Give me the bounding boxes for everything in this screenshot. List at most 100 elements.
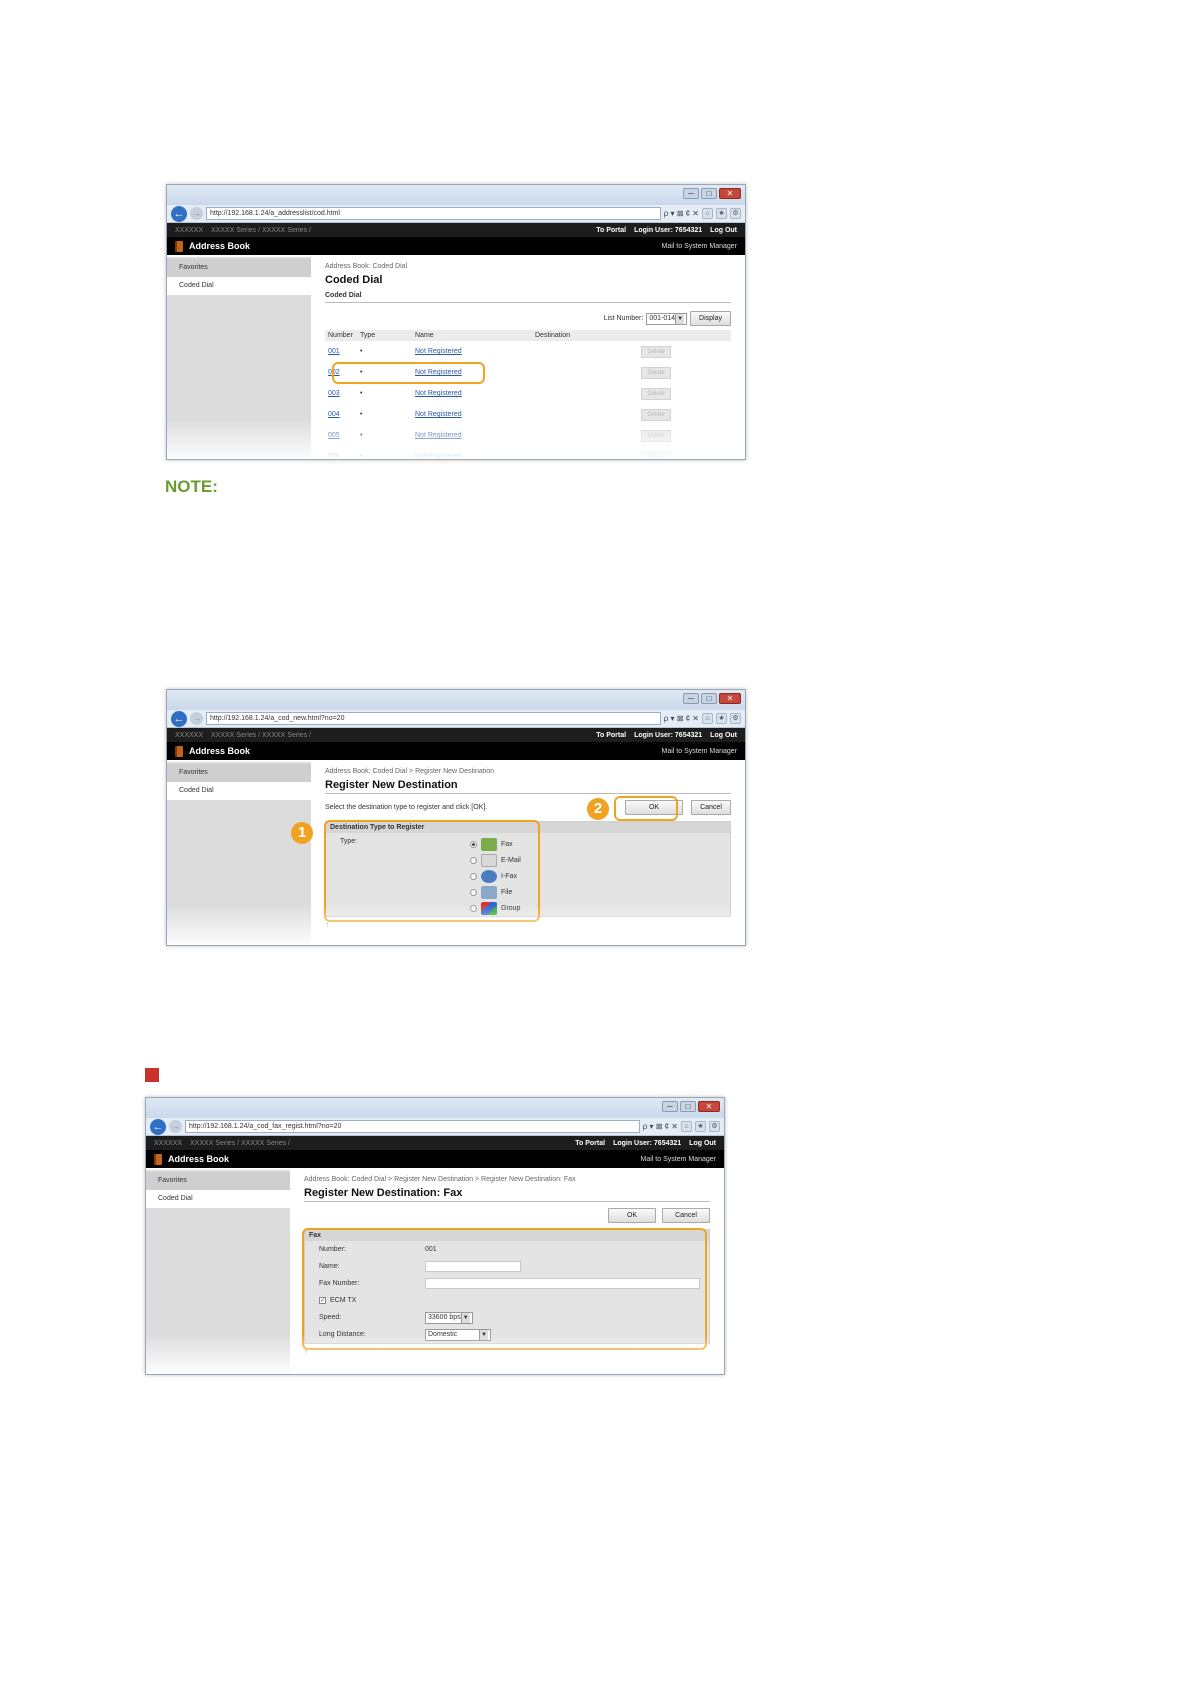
address-bar: ← → http://192.168.1.24/a_cod_fax_regist… (146, 1118, 724, 1136)
callout-2: 2 (587, 798, 609, 820)
row-name-link[interactable]: Not Registered (412, 446, 532, 459)
tools-gear-icon[interactable]: ⚙ (730, 208, 741, 219)
highlight-fax-section (302, 1228, 707, 1350)
tools-gear-icon[interactable]: ⚙ (709, 1121, 720, 1132)
logout-link[interactable]: Log Out (710, 732, 737, 739)
row-number-link[interactable]: 005 (325, 425, 357, 446)
window-titlebar: ─ □ ✕ (167, 185, 745, 205)
to-portal-link[interactable]: To Portal (575, 1140, 605, 1147)
ok-button[interactable]: OK (608, 1208, 656, 1223)
delete-button[interactable]: Delete (641, 387, 671, 400)
search-refresh-icons[interactable]: ρ ▾ ⊠ ¢ ✕ (664, 714, 699, 723)
device-topbar: XXXXXX XXXXX Series / XXXXX Series / To … (167, 223, 745, 237)
highlight-row-002 (332, 362, 485, 384)
row-type: • (360, 411, 363, 418)
logout-link[interactable]: Log Out (710, 227, 737, 234)
row-name-link[interactable]: Not Registered (412, 383, 532, 404)
sidebar-item-coded-dial[interactable]: Coded Dial (167, 277, 311, 295)
to-portal-link[interactable]: To Portal (596, 227, 626, 234)
row-type: • (360, 432, 363, 439)
minimize-button[interactable]: ─ (683, 188, 699, 199)
list-number-select[interactable]: 001-014 ▼ (646, 312, 688, 325)
url-input[interactable]: http://192.168.1.24/a_cod_fax_regist.htm… (185, 1120, 640, 1133)
back-icon[interactable]: ← (150, 1118, 166, 1135)
device-model: XXXXX Series / XXXXX Series / (190, 1139, 291, 1147)
close-button[interactable]: ✕ (719, 188, 741, 199)
maximize-button[interactable]: □ (680, 1101, 696, 1112)
minimize-button[interactable]: ─ (662, 1101, 678, 1112)
delete-button[interactable]: Delete (641, 345, 671, 358)
row-type: • (360, 453, 363, 460)
row-number-link[interactable]: 004 (325, 404, 357, 425)
cancel-button[interactable]: Cancel (662, 1208, 710, 1223)
screenshot-register-new-destination: ─ □ ✕ ← → http://192.168.1.24/a_cod_new.… (166, 689, 746, 946)
search-refresh-icons[interactable]: ρ ▾ ⊠ ¢ ✕ (643, 1122, 678, 1131)
url-input[interactable]: http://192.168.1.24/a_cod_new.html?no=20 (206, 712, 661, 725)
column-header-type: Type (357, 330, 412, 341)
home-icon[interactable]: ⌂ (702, 713, 713, 724)
tools-gear-icon[interactable]: ⚙ (730, 713, 741, 724)
close-button[interactable]: ✕ (698, 1101, 720, 1112)
sidebar-item-coded-dial[interactable]: Coded Dial (146, 1190, 290, 1208)
favorites-star-icon[interactable]: ★ (716, 208, 727, 219)
row-name-link[interactable]: Not Registered (412, 404, 532, 425)
page-title: Register New Destination (325, 779, 731, 794)
section-heading: Coded Dial (325, 292, 731, 303)
instruction-text: Select the destination type to register … (325, 804, 488, 811)
address-bar: ← → http://192.168.1.24/a_addresslist/co… (167, 205, 745, 223)
table-row: 001 • Not Registered Delete (325, 341, 731, 362)
delete-button[interactable]: Delete (641, 408, 671, 421)
delete-button[interactable]: Delete (641, 429, 671, 442)
app-header: Address Book Mail to System Manager (167, 237, 745, 255)
coded-dial-table: Number Type Name Destination 001 • Not R… (325, 330, 731, 460)
row-name-link[interactable]: Not Registered (412, 425, 532, 446)
home-icon[interactable]: ⌂ (681, 1121, 692, 1132)
sidebar-item-coded-dial[interactable]: Coded Dial (167, 782, 311, 800)
home-icon[interactable]: ⌂ (702, 208, 713, 219)
forward-icon[interactable]: → (169, 1120, 182, 1133)
mail-system-manager-link[interactable]: Mail to System Manager (641, 1156, 716, 1163)
sidebar-item-favorites[interactable]: Favorites (167, 764, 311, 782)
row-name-link[interactable]: Not Registered (412, 341, 532, 362)
device-topbar: XXXXXX XXXXX Series / XXXXX Series / To … (146, 1136, 724, 1150)
display-button[interactable]: Display (690, 311, 731, 326)
table-row: 003 • Not Registered Delete (325, 383, 731, 404)
row-number-link[interactable]: 001 (325, 341, 357, 362)
logout-link[interactable]: Log Out (689, 1140, 716, 1147)
app-title: Address Book (189, 746, 251, 756)
address-book-icon (175, 745, 183, 757)
favorites-star-icon[interactable]: ★ (695, 1121, 706, 1132)
favorites-star-icon[interactable]: ★ (716, 713, 727, 724)
page-title: Register New Destination: Fax (304, 1187, 710, 1202)
app-header: Address Book Mail to System Manager (167, 742, 745, 760)
column-header-name: Name (412, 330, 532, 341)
minimize-button[interactable]: ─ (683, 693, 699, 704)
delete-button[interactable]: Delete (641, 450, 671, 459)
table-row: 006 • Not Registered Delete (325, 446, 731, 460)
mail-system-manager-link[interactable]: Mail to System Manager (662, 748, 737, 755)
login-label: Login User: (634, 731, 673, 739)
page-title: Coded Dial (325, 274, 383, 286)
row-number-link[interactable]: 003 (325, 383, 357, 404)
cancel-button[interactable]: Cancel (691, 800, 731, 815)
back-icon[interactable]: ← (171, 205, 187, 222)
to-portal-link[interactable]: To Portal (596, 732, 626, 739)
delete-button[interactable]: Delete (641, 366, 671, 379)
maximize-button[interactable]: □ (701, 693, 717, 704)
sidebar-item-favorites[interactable]: Favorites (146, 1172, 290, 1190)
mail-system-manager-link[interactable]: Mail to System Manager (662, 243, 737, 250)
address-book-icon (154, 1153, 162, 1165)
maximize-button[interactable]: □ (701, 188, 717, 199)
window-titlebar: ─ □ ✕ (167, 690, 745, 710)
screenshot-register-fax: ─ □ ✕ ← → http://192.168.1.24/a_cod_fax_… (145, 1097, 725, 1375)
callout-1: 1 (291, 822, 313, 844)
forward-icon[interactable]: → (190, 712, 203, 725)
url-input[interactable]: http://192.168.1.24/a_addresslist/cod.ht… (206, 207, 661, 220)
device-model: XXXXX Series / XXXXX Series / (211, 731, 312, 739)
sidebar-item-favorites[interactable]: Favorites (167, 259, 311, 277)
forward-icon[interactable]: → (190, 207, 203, 220)
row-number-link[interactable]: 006 (325, 446, 357, 459)
back-icon[interactable]: ← (171, 710, 187, 727)
search-refresh-icons[interactable]: ρ ▾ ⊠ ¢ ✕ (664, 209, 699, 218)
close-button[interactable]: ✕ (719, 693, 741, 704)
